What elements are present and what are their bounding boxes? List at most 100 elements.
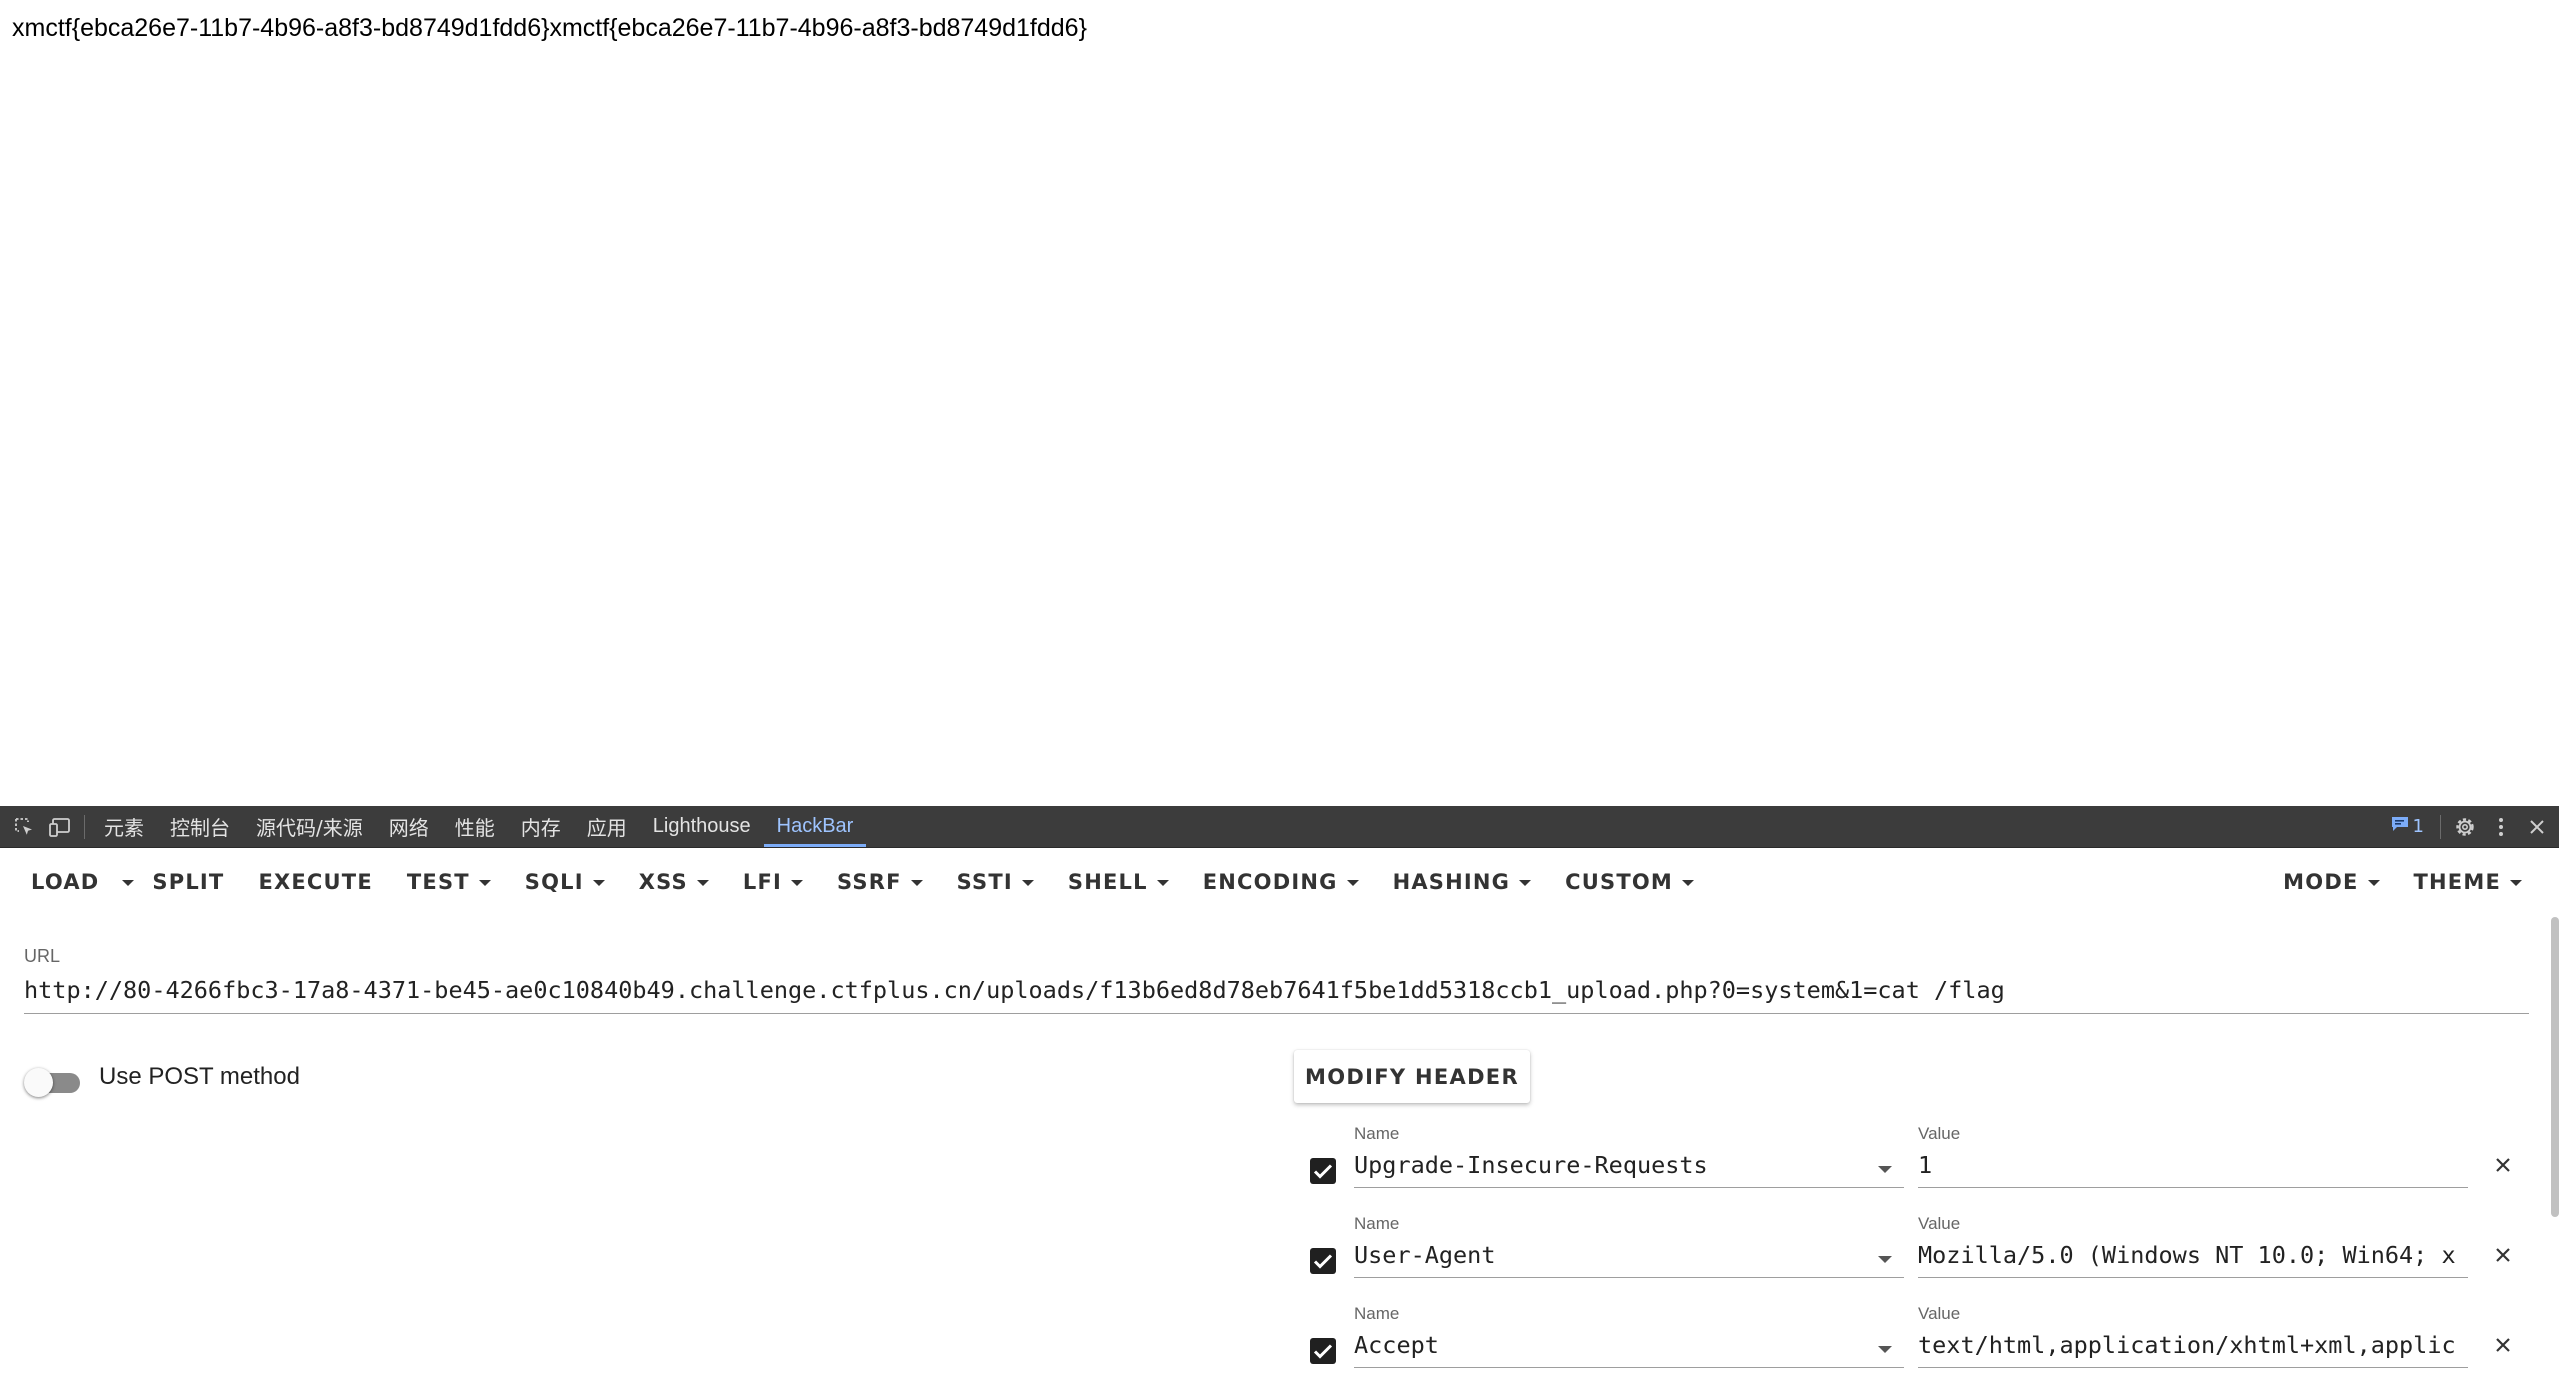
device-toggle-icon[interactable] [42,806,78,847]
url-input-underline [24,1013,2529,1014]
modify-header-button[interactable]: MODIFY HEADER [1294,1050,1530,1103]
devtools-panel: 元素 控制台 源代码/来源 网络 性能 内存 应用 Lighthouse Hac… [0,806,2559,1375]
chevron-down-icon [1346,880,1359,886]
ssrf-menu-label: SSRF [837,870,902,894]
tab-console[interactable]: 控制台 [157,806,243,847]
header-row: Name Accept Value text/html,application/… [1294,1304,2524,1375]
custom-menu-label: CUSTOM [1565,870,1673,894]
mode-menu[interactable]: MODE [2266,858,2396,906]
chevron-down-icon [2367,880,2380,886]
header-value-label: Value [1918,1214,1961,1233]
ssrf-menu[interactable]: SSRF [820,858,940,906]
test-menu[interactable]: TEST [390,858,508,906]
header-name-label: Name [1354,1304,1400,1323]
more-options-icon[interactable] [2483,806,2519,847]
sqli-menu[interactable]: SQLI [508,858,622,906]
issues-badge[interactable]: 1 [2381,816,2434,837]
remove-header-close-icon[interactable] [2488,1330,2518,1360]
hashing-menu[interactable]: HASHING [1376,858,1549,906]
chevron-down-icon [1682,880,1694,886]
header-row: Name Upgrade-Insecure-Requests Value 1 [1294,1124,2524,1214]
chevron-down-icon[interactable] [1878,1166,1892,1173]
hackbar-menu-right: MODE THEME [2266,847,2539,917]
chevron-down-icon [1156,880,1169,886]
encoding-menu[interactable]: ENCODING [1186,858,1376,906]
ssti-menu-label: SSTI [956,870,1013,894]
url-label: URL [24,946,61,966]
header-value-underline [1918,1367,2468,1368]
chevron-down-icon [2510,880,2522,886]
header-enabled-checkbox[interactable] [1310,1248,1336,1274]
url-input[interactable]: http://80-4266fbc3-17a8-4371-be45-ae0c10… [24,976,2005,1004]
remove-header-close-icon[interactable] [2488,1150,2518,1180]
theme-menu-label: THEME [2413,870,2501,894]
tab-lighthouse[interactable]: Lighthouse [640,806,764,847]
lfi-menu-label: LFI [742,870,783,894]
chevron-down-icon [696,880,709,886]
remove-header-close-icon[interactable] [2488,1240,2518,1270]
checkmark-icon [1313,1344,1333,1359]
tab-hackbar[interactable]: HackBar [763,806,867,847]
issues-count: 1 [2412,816,2424,837]
execute-button[interactable]: EXECUTE [241,858,389,906]
header-name-input[interactable]: User-Agent [1354,1241,1904,1275]
load-button[interactable]: LOAD [14,858,116,906]
header-name-input[interactable]: Upgrade-Insecure-Requests [1354,1151,1904,1185]
header-enabled-checkbox[interactable] [1310,1338,1336,1364]
header-name-underline [1354,1277,1904,1278]
settings-gear-icon[interactable] [2447,806,2483,847]
chevron-down-icon [478,880,491,886]
tab-performance[interactable]: 性能 [442,806,508,847]
header-name-input[interactable]: Accept [1354,1331,1904,1365]
tab-memory[interactable]: 内存 [508,806,574,847]
header-value-underline [1918,1187,2468,1188]
sqli-menu-label: SQLI [524,870,584,894]
flag-output-text: xmctf{ebca26e7-11b7-4b96-a8f3-bd8749d1fd… [12,14,1087,42]
header-value-underline [1918,1277,2468,1278]
tab-elements[interactable]: 元素 [91,806,157,847]
header-name-label: Name [1354,1124,1400,1143]
issues-message-icon [2391,816,2409,837]
chevron-down-icon[interactable] [1878,1346,1892,1353]
shell-menu[interactable]: SHELL [1051,858,1186,906]
lfi-menu[interactable]: LFI [726,858,820,906]
chevron-down-icon [910,880,923,886]
chevron-down-icon [1021,880,1034,886]
load-dropdown-button[interactable] [116,858,140,906]
xss-menu[interactable]: XSS [622,858,726,906]
split-button[interactable]: SPLIT [140,858,241,906]
chevron-down-icon [592,880,605,886]
theme-menu[interactable]: THEME [2397,858,2540,906]
encoding-menu-label: ENCODING [1202,870,1338,894]
header-value-input[interactable]: Mozilla/5.0 (Windows NT 10.0; Win64; x [1918,1241,2468,1275]
close-devtools-icon[interactable] [2519,806,2555,847]
xss-menu-label: XSS [638,870,688,894]
header-value-input[interactable]: text/html,application/xhtml+xml,applic [1918,1331,2468,1365]
page-content: xmctf{ebca26e7-11b7-4b96-a8f3-bd8749d1fd… [0,0,2559,806]
toolbar-divider [84,814,85,839]
header-name-underline [1354,1187,1904,1188]
header-row: Name User-Agent Value Mozilla/5.0 (Windo… [1294,1214,2524,1304]
ssti-menu[interactable]: SSTI [940,858,1051,906]
shell-menu-label: SHELL [1067,870,1148,894]
chevron-down-icon[interactable] [1878,1256,1892,1263]
header-name-label: Name [1354,1214,1400,1233]
use-post-toggle[interactable] [24,1064,80,1100]
hashing-menu-label: HASHING [1392,870,1511,894]
custom-menu[interactable]: CUSTOM [1548,858,1711,906]
tab-network[interactable]: 网络 [376,806,442,847]
hackbar-menu: LOAD SPLIT EXECUTE TEST SQLI XSS LFI SSR… [0,847,2559,917]
inspect-element-icon[interactable] [6,806,42,847]
header-value-input[interactable]: 1 [1918,1151,2468,1185]
mode-menu-label: MODE [2283,870,2359,894]
header-name-underline [1354,1367,1904,1368]
header-enabled-checkbox[interactable] [1310,1158,1336,1184]
tab-sources[interactable]: 源代码/来源 [243,806,376,847]
tab-application[interactable]: 应用 [574,806,640,847]
devtools-right-controls: 1 [2381,806,2559,847]
use-post-label: Use POST method [99,1063,300,1090]
header-value-label: Value [1918,1304,1961,1323]
chevron-down-icon [122,880,135,886]
scrollbar-thumb[interactable] [2551,917,2559,1217]
chevron-down-icon [1519,880,1532,886]
